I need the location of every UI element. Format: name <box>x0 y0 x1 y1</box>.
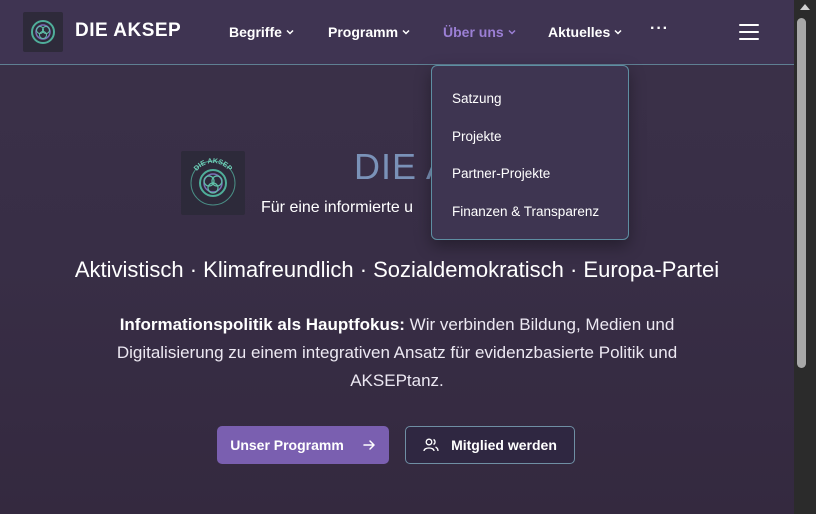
nav-item-programm[interactable]: Programm <box>328 24 411 40</box>
chevron-down-icon <box>402 29 410 35</box>
dropdown-item-satzung[interactable]: Satzung <box>452 91 502 106</box>
users-icon <box>423 438 439 452</box>
nav-label: Programm <box>328 24 399 40</box>
hero-logo: DIE AKSEP <box>181 151 245 215</box>
ueber-uns-dropdown: Satzung Projekte Partner-Projekte Finanz… <box>431 65 629 240</box>
logo-emblem-icon: DIE AKSEP <box>190 158 236 206</box>
button-label: Unser Programm <box>230 437 344 453</box>
hero-subtitle: Für eine informierte u <box>261 199 414 216</box>
scroll-thumb[interactable] <box>797 18 806 368</box>
hero-description: Informationspolitik als Hauptfokus: Wir … <box>90 311 704 395</box>
dropdown-item-finanzen[interactable]: Finanzen & Transparenz <box>452 204 599 219</box>
brand-name[interactable]: DIE AKSEP <box>75 20 181 42</box>
top-navbar: DIE AKSEP Begriffe Programm Über uns Akt… <box>0 0 794 65</box>
nav-label: Über uns <box>443 24 504 40</box>
button-label: Mitglied werden <box>451 437 557 453</box>
more-menu-button[interactable]: ··· <box>650 20 669 38</box>
description-bold: Informationspolitik als Hauptfokus: <box>119 315 405 334</box>
chevron-down-icon <box>508 29 516 35</box>
nav-label: Aktuelles <box>548 24 611 40</box>
brand-logo[interactable] <box>23 12 63 52</box>
nav-label: Begriffe <box>229 24 282 40</box>
vertical-scrollbar[interactable] <box>794 0 816 514</box>
scroll-up-arrow-icon[interactable] <box>800 4 810 10</box>
chevron-down-icon <box>614 29 622 35</box>
nav-item-ueber-uns[interactable]: Über uns <box>443 24 517 40</box>
nav-item-begriffe[interactable]: Begriffe <box>229 24 295 40</box>
dropdown-item-partner-projekte[interactable]: Partner-Projekte <box>452 166 550 181</box>
logo-emblem-icon <box>31 20 55 44</box>
chevron-down-icon <box>286 29 294 35</box>
hamburger-menu-icon[interactable] <box>739 24 759 40</box>
our-program-button[interactable]: Unser Programm <box>217 426 389 464</box>
dropdown-item-projekte[interactable]: Projekte <box>452 129 502 144</box>
hero-tagline: Aktivistisch · Klimafreundlich · Soziald… <box>74 257 720 282</box>
nav-item-aktuelles[interactable]: Aktuelles <box>548 24 623 40</box>
become-member-button[interactable]: Mitglied werden <box>405 426 575 464</box>
arrow-right-icon <box>363 440 375 450</box>
page: DIE AKSEP Begriffe Programm Über uns Akt… <box>0 0 794 514</box>
